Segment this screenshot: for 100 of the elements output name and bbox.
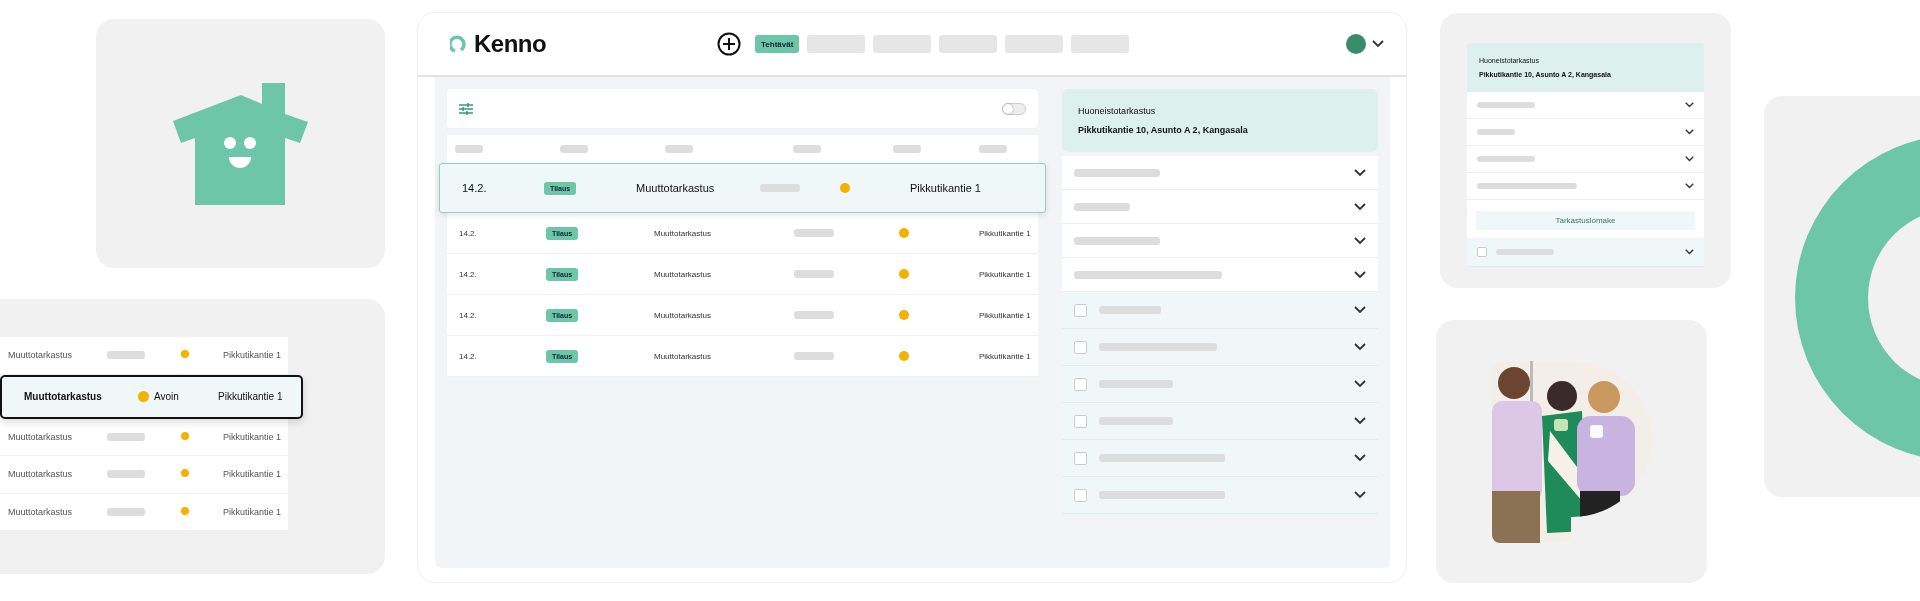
table-row[interactable]: Muuttotarkastus Pikkutikantie 1 [0, 456, 288, 494]
status-label: Avoin [154, 391, 179, 403]
chevron-down-icon[interactable] [1354, 236, 1366, 245]
task-name: Muuttotarkastus [636, 182, 716, 194]
task-name: Muuttotarkastus [654, 310, 712, 320]
address-text: Pikkutikantie 1 [223, 431, 283, 442]
checkbox[interactable] [1074, 377, 1088, 391]
task-name: Muuttotarkastus [8, 350, 74, 361]
date-text: 14.2. [459, 310, 478, 320]
checklist-row[interactable] [1467, 238, 1704, 267]
filter-sliders-icon[interactable] [459, 102, 473, 115]
status-dot [181, 469, 189, 478]
chevron-down-icon[interactable] [1372, 40, 1384, 48]
chevron-down-icon[interactable] [1354, 270, 1366, 279]
address-text: Pikkutikantie 1 [223, 469, 283, 480]
address-text: Pikkutikantie 1 [910, 182, 982, 194]
status-dot [899, 310, 909, 320]
address-text: Pikkutikantie 1 [979, 269, 1032, 279]
table-row[interactable]: Muuttotarkastus Pikkutikantie 1 [0, 337, 288, 375]
avatar[interactable] [1346, 34, 1366, 54]
placeholder-bar [107, 508, 145, 517]
chevron-down-icon[interactable] [1685, 248, 1694, 256]
toggle-switch[interactable] [1002, 102, 1027, 115]
placeholder-bar [1477, 102, 1535, 108]
checkbox[interactable] [1074, 340, 1088, 354]
checkbox[interactable] [1074, 488, 1088, 502]
checkbox[interactable] [1477, 247, 1487, 257]
task-name: Muuttotarkastus [654, 269, 712, 279]
placeholder-bar [794, 229, 834, 237]
status-dot [181, 431, 189, 440]
smiling-house-icon [173, 82, 308, 205]
logo-text: Kenno [474, 30, 547, 58]
placeholder-bar [793, 145, 821, 153]
chevron-down-icon[interactable] [1354, 380, 1366, 388]
checklist-row[interactable] [1062, 366, 1378, 403]
status-dot [181, 350, 189, 359]
placeholder-bar [1477, 156, 1535, 162]
chevron-down-icon[interactable] [1354, 454, 1366, 462]
chevron-down-icon[interactable] [1354, 306, 1366, 314]
checklist-row[interactable] [1062, 440, 1378, 477]
status-dot [840, 183, 850, 193]
task-name: Muuttotarkastus [8, 507, 74, 518]
checkbox[interactable] [1074, 451, 1088, 465]
address-text: Pikkutikantie 1 [979, 228, 1032, 238]
address-text: Pikkutikantie 1 [979, 351, 1032, 361]
placeholder-bar [760, 184, 800, 192]
chevron-down-icon[interactable] [1685, 128, 1694, 136]
tab[interactable] [1005, 35, 1064, 53]
placeholder-bar [979, 145, 1007, 153]
address-text: Pikkutikantie 10, Asunto A 2, Kangasala [1078, 125, 1249, 135]
add-icon[interactable] [717, 32, 741, 56]
chevron-down-icon[interactable] [1685, 182, 1694, 190]
placeholder-bar [107, 432, 145, 441]
checkbox[interactable] [1074, 303, 1088, 317]
chevron-down-icon[interactable] [1354, 168, 1366, 177]
placeholder-bar [893, 145, 921, 153]
table-row[interactable]: Muuttotarkastus Pikkutikantie 1 [0, 493, 288, 532]
address-text: Pikkutikantie 1 [223, 350, 283, 361]
task-name: Muuttotarkastus [24, 391, 103, 403]
checklist-row[interactable] [1062, 329, 1378, 366]
tab[interactable] [1071, 35, 1130, 53]
placeholder-bar [1496, 249, 1554, 255]
chevron-down-icon[interactable] [1685, 101, 1694, 109]
placeholder-bar [107, 470, 145, 479]
address-text: Pikkutikantie 1 [979, 310, 1032, 320]
placeholder-bar [794, 352, 834, 360]
table-row[interactable]: Muuttotarkastus Pikkutikantie 1 [0, 418, 288, 457]
tab[interactable] [873, 35, 932, 53]
checkbox[interactable] [1074, 414, 1088, 428]
status-dot [181, 507, 189, 516]
date-text: 14.2. [459, 351, 478, 361]
form-button[interactable]: Tarkastuslomake [1476, 211, 1695, 230]
placeholder-bar [560, 145, 588, 153]
chevron-down-icon[interactable] [1354, 417, 1366, 425]
placeholder-bar [794, 270, 834, 278]
address-text: Pikkutikantie 1 [218, 391, 284, 403]
placeholder-bar [455, 145, 483, 153]
chevron-down-icon[interactable] [1354, 202, 1366, 211]
tab[interactable]: Tehtävät [755, 35, 800, 53]
checklist-row[interactable] [1062, 403, 1378, 440]
checklist-row[interactable] [1062, 477, 1378, 514]
task-name: Muuttotarkastus [8, 431, 74, 442]
chevron-down-icon[interactable] [1354, 491, 1366, 499]
tab[interactable] [939, 35, 998, 53]
date-text: 14.2. [459, 269, 478, 279]
highlighted-row[interactable]: Muuttotarkastus Avoin Pikkutikantie 1 [0, 374, 303, 419]
task-name: Muuttotarkastus [654, 228, 712, 238]
status-dot [899, 269, 909, 279]
checklist-row[interactable] [1062, 292, 1378, 329]
chevron-down-icon[interactable] [1685, 155, 1694, 163]
placeholder-bar [1477, 129, 1515, 135]
address-text: Pikkutikantie 1 [223, 507, 283, 518]
date-text: 14.2. [462, 182, 488, 194]
status-dot [899, 228, 909, 238]
chevron-down-icon[interactable] [1354, 343, 1366, 351]
status-dot [899, 351, 909, 361]
placeholder-bar [665, 145, 693, 153]
tab[interactable] [807, 35, 866, 53]
inspection-title: Huoneistotarkastus [1078, 106, 1157, 116]
task-name: Muuttotarkastus [8, 469, 74, 480]
